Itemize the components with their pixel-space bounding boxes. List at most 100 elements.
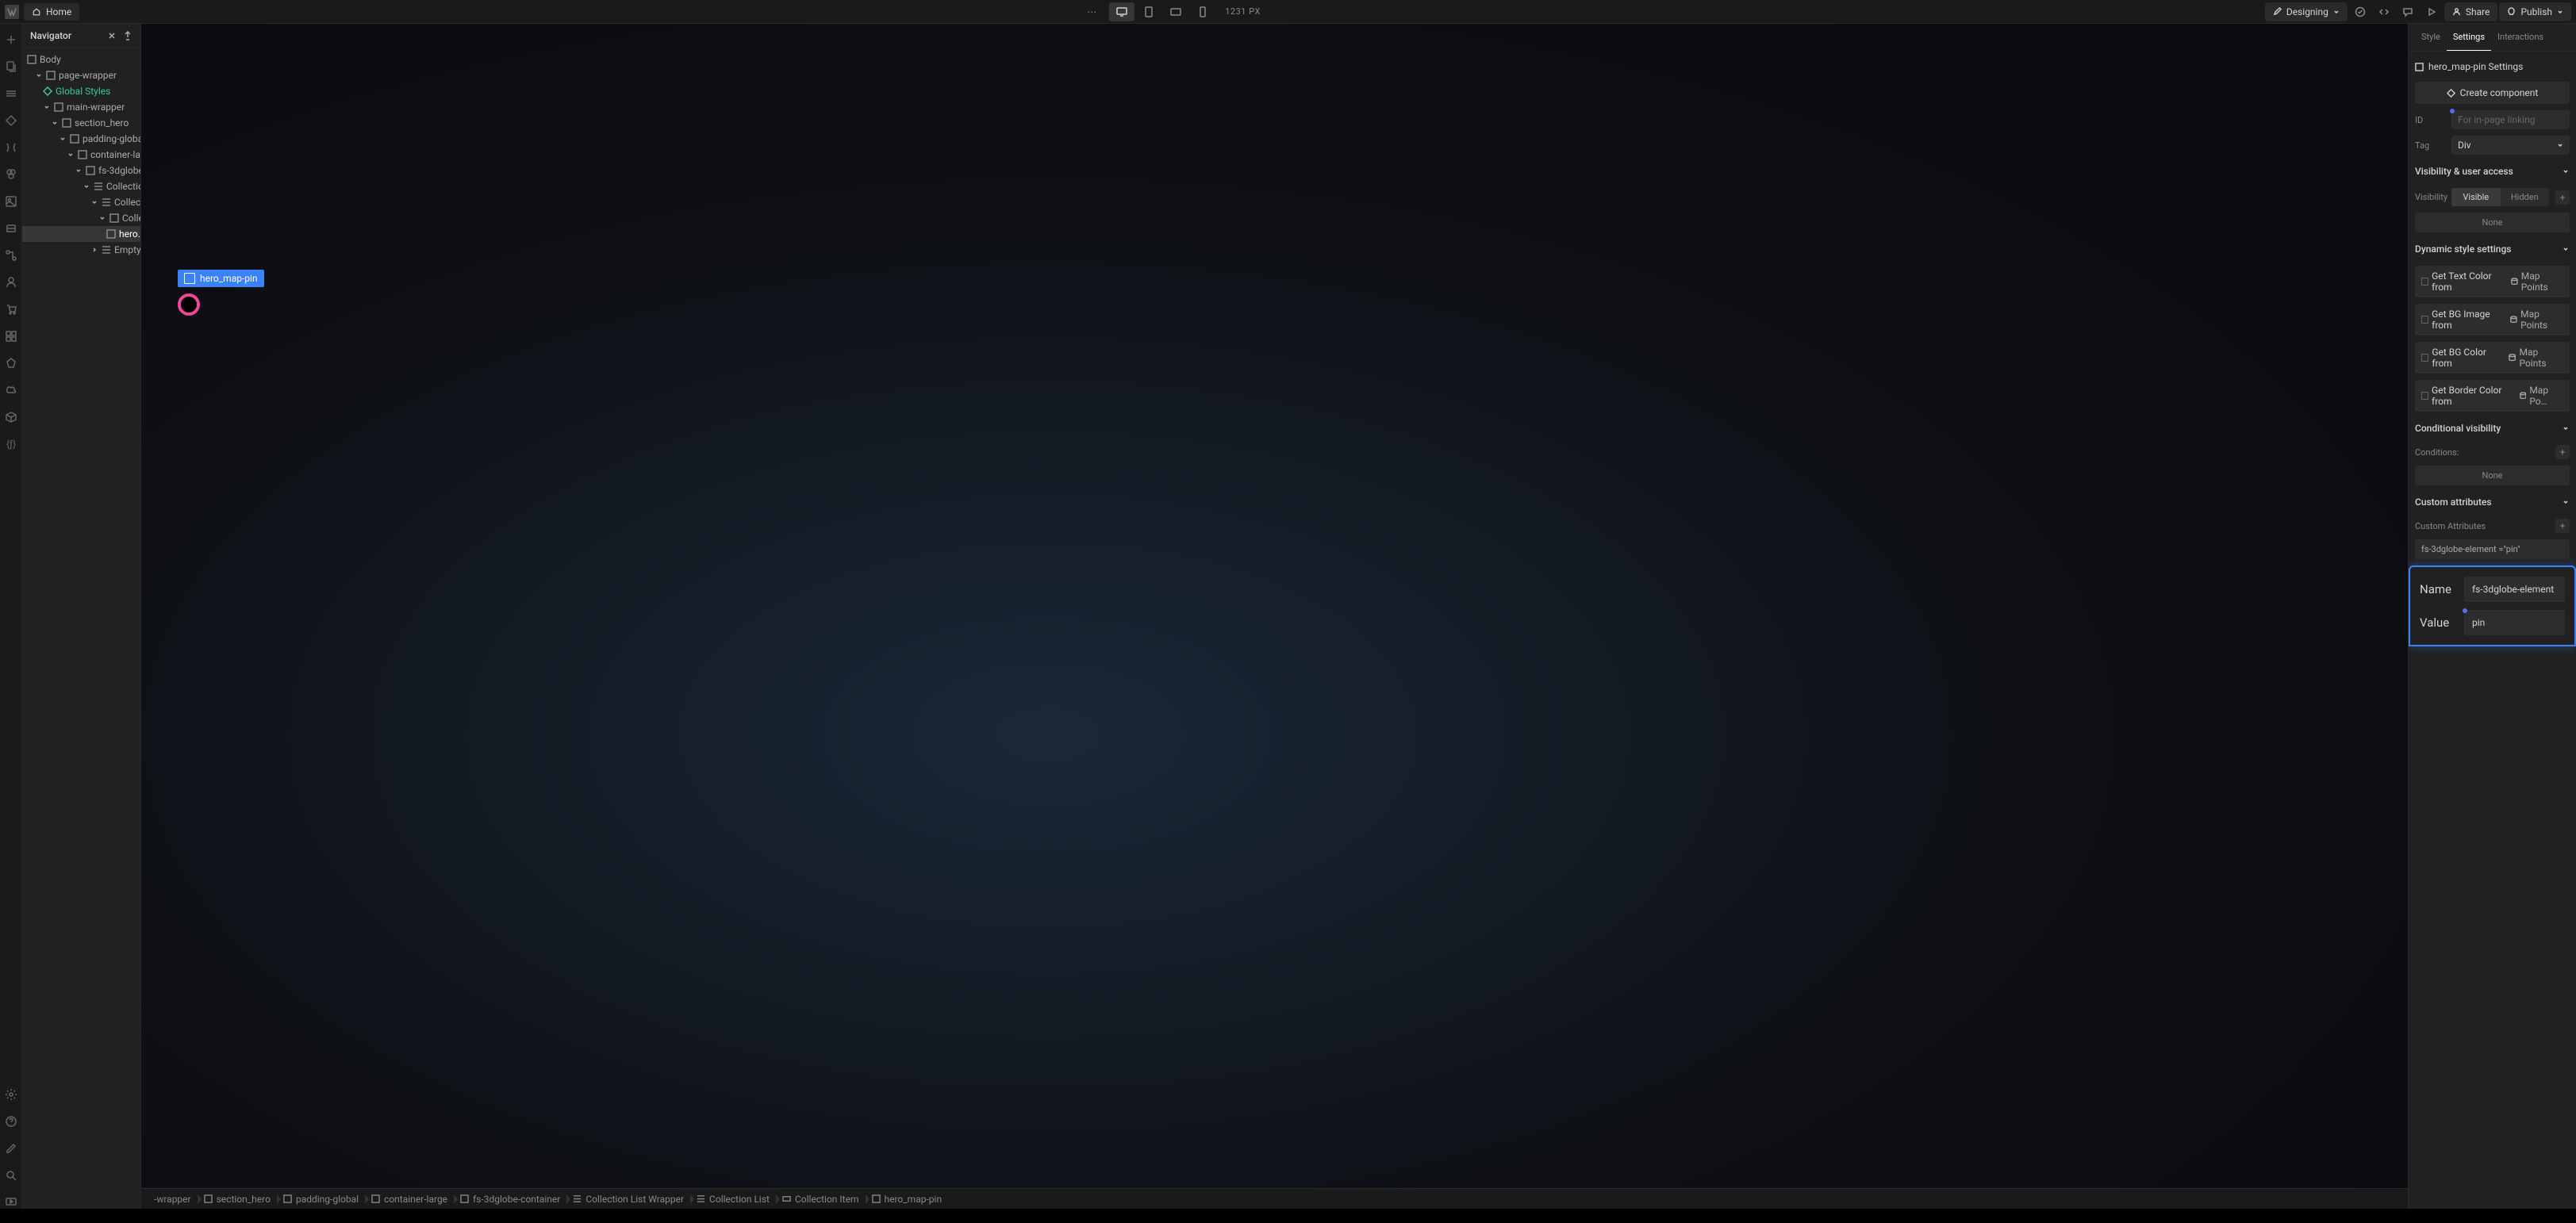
conditions-label: Conditions: <box>2415 447 2549 458</box>
tutorials-icon[interactable] <box>5 1196 17 1209</box>
chevron-down-icon <box>2562 167 2570 175</box>
box-icon[interactable] <box>5 411 17 424</box>
close-icon[interactable] <box>107 31 117 40</box>
div-icon <box>371 1194 380 1203</box>
preview-button[interactable] <box>2421 2 2443 21</box>
crumb[interactable]: fs-3dglobe-container <box>454 1194 566 1205</box>
selection-label[interactable]: hero_map-pin <box>178 270 264 287</box>
get-bg-color-row[interactable]: Get BG Color fromMap Points <box>2415 342 2570 374</box>
conditions-none: None <box>2415 466 2570 485</box>
database-icon <box>2509 354 2516 362</box>
publish-button[interactable]: Publish <box>2499 2 2571 21</box>
brackets-icon[interactable]: {ƒ} <box>5 438 17 450</box>
visible-option[interactable]: Visible <box>2451 188 2501 206</box>
database-icon <box>2511 278 2518 286</box>
add-condition-button[interactable]: + <box>2555 445 2570 459</box>
attr-name-input[interactable]: fs-3dglobe-element <box>2464 577 2565 602</box>
cloud-icon[interactable] <box>5 384 17 397</box>
div-icon <box>872 1194 881 1203</box>
tree-empty-state[interactable]: Empty St… <box>22 242 140 258</box>
mobile-icon <box>1199 6 1207 17</box>
comment-button[interactable] <box>2397 2 2419 21</box>
crumb[interactable]: container-large <box>365 1194 454 1205</box>
crumb[interactable]: -wrapper <box>148 1194 198 1205</box>
custom-attr-section-header[interactable]: Custom attributes <box>2415 492 2570 512</box>
pencil-icon <box>2273 7 2282 16</box>
cms-icon[interactable] <box>5 222 17 235</box>
edit-icon[interactable] <box>5 1142 17 1155</box>
variables-icon[interactable] <box>5 141 17 154</box>
tree-page-wrapper[interactable]: page-wrapper <box>22 67 140 83</box>
crumb[interactable]: hero_map-pin <box>866 1194 949 1205</box>
pin-icon[interactable] <box>123 31 132 40</box>
get-border-color-row[interactable]: Get Border Color fromMap Po… <box>2415 380 2570 412</box>
hidden-option[interactable]: Hidden <box>2501 188 2550 206</box>
components-icon[interactable] <box>5 114 17 127</box>
attr-value-input[interactable]: pin <box>2464 610 2565 635</box>
tree-padding-global[interactable]: padding-global <box>22 131 140 147</box>
breadcrumb-bar: -wrapper section_hero padding-global con… <box>141 1188 2408 1209</box>
crumb[interactable]: Collection Item <box>776 1194 866 1205</box>
id-label: ID <box>2415 115 2445 125</box>
home-button[interactable]: Home <box>24 3 79 21</box>
get-bg-image-row[interactable]: Get BG Image fromMap Points <box>2415 304 2570 335</box>
tree-fs-3dglobe[interactable]: fs-3dglobe-c… <box>22 163 140 178</box>
tree-collection-list-wrapper[interactable]: Collection L… <box>22 178 140 194</box>
pages-icon[interactable] <box>5 60 17 73</box>
viewport-tablet-button[interactable] <box>1136 2 1161 21</box>
id-input[interactable]: For in-page linking <box>2451 110 2570 129</box>
share-button[interactable]: Share <box>2444 2 2498 21</box>
attribute-display[interactable]: fs-3dglobe-element ="pin" <box>2415 539 2570 559</box>
tree-body[interactable]: Body <box>22 52 140 67</box>
viewport-desktop-button[interactable] <box>1109 2 1134 21</box>
tab-style[interactable]: Style <box>2415 24 2447 51</box>
webflow-logo[interactable] <box>5 5 19 19</box>
checkbox-icon <box>2421 278 2428 286</box>
tree-section-hero[interactable]: section_hero <box>22 115 140 131</box>
add-visibility-button[interactable]: + <box>2555 190 2570 205</box>
users-icon[interactable] <box>5 276 17 289</box>
dynamic-section-header[interactable]: Dynamic style settings <box>2415 239 2570 259</box>
tree-container-large[interactable]: container-large <box>22 147 140 163</box>
tree-main-wrapper[interactable]: main-wrapper <box>22 99 140 115</box>
add-attribute-button[interactable]: + <box>2555 519 2570 533</box>
layers-icon[interactable] <box>5 87 17 100</box>
canvas-width-label: 1231 PX <box>1225 6 1261 17</box>
visibility-toggle: Visible Hidden <box>2451 188 2549 206</box>
assets-icon[interactable] <box>5 195 17 208</box>
bottom-strip <box>0 1209 2576 1223</box>
tree-collection-item[interactable]: Collect… <box>22 210 140 226</box>
tab-interactions[interactable]: Interactions <box>2491 24 2550 51</box>
visibility-section-header[interactable]: Visibility & user access <box>2415 161 2570 182</box>
code-button[interactable] <box>2373 2 2395 21</box>
viewport-mobile-button[interactable] <box>1190 2 1215 21</box>
viewport-landscape-button[interactable] <box>1163 2 1188 21</box>
search-icon[interactable] <box>5 1169 17 1182</box>
tag-select[interactable]: Div <box>2451 136 2570 155</box>
canvas-surface[interactable]: hero_map-pin <box>141 24 2408 1188</box>
styles-icon[interactable] <box>5 168 17 181</box>
tab-settings[interactable]: Settings <box>2447 24 2491 51</box>
crumb[interactable]: section_hero <box>198 1194 277 1205</box>
more-menu[interactable]: ⋯ <box>1084 3 1100 21</box>
tree-global-styles[interactable]: Global Styles <box>22 83 140 99</box>
tree-hero-pin[interactable]: hero… <box>22 226 140 242</box>
logic-icon[interactable] <box>5 249 17 262</box>
help-icon[interactable] <box>5 1115 17 1128</box>
check-button[interactable] <box>2349 2 2371 21</box>
element-tree: Body page-wrapper Global Styles main-wra… <box>22 48 140 1209</box>
tree-collection-list[interactable]: Collectio… <box>22 194 140 210</box>
crumb[interactable]: padding-global <box>277 1194 365 1205</box>
designing-mode-button[interactable]: Designing <box>2265 2 2348 21</box>
shape-icon[interactable] <box>5 357 17 370</box>
get-text-color-row[interactable]: Get Text Color fromMap Points <box>2415 266 2570 297</box>
create-component-button[interactable]: Create component <box>2415 82 2570 104</box>
map-pin-element[interactable] <box>178 293 200 316</box>
ecommerce-icon[interactable] <box>5 303 17 316</box>
crumb[interactable]: Collection List Wrapper <box>566 1194 690 1205</box>
crumb[interactable]: Collection List <box>690 1194 776 1205</box>
conditional-section-header[interactable]: Conditional visibility <box>2415 418 2570 439</box>
apps-icon[interactable] <box>5 330 17 343</box>
add-icon[interactable] <box>5 33 17 46</box>
gear-icon[interactable] <box>5 1088 17 1101</box>
